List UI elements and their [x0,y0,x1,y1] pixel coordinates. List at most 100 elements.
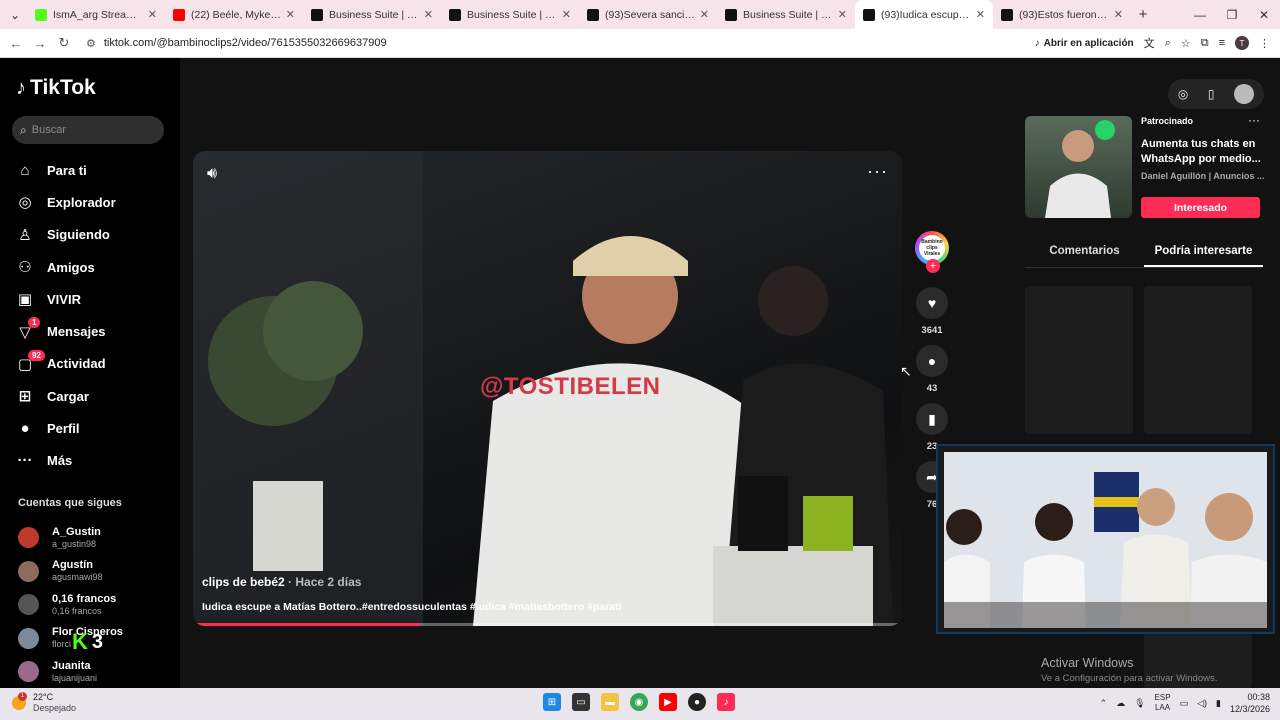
browser-tab[interactable]: Business Suite | TikTok ✕ [303,0,441,29]
comment-icon[interactable]: ● [916,345,948,377]
video-description: Iudica escupe a Matías Bottero..#entredo… [202,601,622,613]
new-tab-button[interactable]: + [1131,6,1155,23]
search-input[interactable]: ⌕ Buscar [12,116,164,144]
related-video-card[interactable] [1025,286,1133,434]
ad-thumbnail[interactable] [1025,116,1132,218]
browser-tab[interactable]: Business Suite | TikTok ✕ [717,0,855,29]
following-name: Agustín [52,559,93,572]
following-item[interactable]: Juanita lajuanijuani [18,655,168,689]
sidebar-item-profile[interactable]: ● Perfil [14,412,174,444]
like-action[interactable]: ♥ 3641 [914,287,950,337]
browser-profile-avatar[interactable]: T [1235,36,1249,50]
minimize-icon[interactable]: — [1184,8,1216,22]
following-item[interactable]: Agustín agusmawi98 [18,555,168,589]
tab-close-icon[interactable]: ✕ [562,8,571,21]
tab-close-icon[interactable]: ✕ [700,8,709,21]
close-window-icon[interactable]: ✕ [1248,8,1280,22]
sidebar-item-compass[interactable]: ◎ Explorador [14,186,174,218]
interested-button[interactable]: Interesado [1141,197,1260,218]
sidebar-item-home[interactable]: ⌂ Para ti [14,154,174,186]
live-icon: ▣ [17,291,33,309]
site-info-icon[interactable]: ⚙ [86,37,96,50]
tab-close-icon[interactable]: ✕ [838,8,847,21]
chrome-icon[interactable]: ◉ [630,693,648,711]
tab-close-icon[interactable]: ✕ [148,8,157,21]
volume-tray-icon[interactable]: ◁) [1197,698,1207,709]
tab-close-icon[interactable]: ✕ [286,8,295,21]
sidebar-item-messages[interactable]: ▽ Mensajes 1 [14,315,174,347]
sidebar-item-upload[interactable]: ⊞ Cargar [14,380,174,412]
task-view-icon[interactable]: ▭ [572,693,590,711]
heart-icon[interactable]: ♥ [916,287,948,319]
video-author[interactable]: clips de bebé2 · Hace 2 días [202,575,361,589]
logo-text: TikTok [30,76,96,99]
sidebar-item-activity[interactable]: ▢ Actividad 92 [14,348,174,380]
reload-icon[interactable]: ↻ [52,35,76,51]
url-field[interactable]: ⚙ tiktok.com/@bambinoclips2/video/761535… [86,37,387,50]
browser-tab[interactable]: IsmA_arg Stream - Watch ✕ [27,0,165,29]
related-video-card[interactable] [1144,286,1252,434]
browser-tab[interactable]: (93)Estos fueron los come ✕ [993,0,1131,29]
language-indicator[interactable]: ESP LAA [1155,693,1171,713]
kick-overlay-number: 3 [91,630,104,653]
tab-close-icon[interactable]: ✕ [976,8,985,21]
extensions-icon[interactable]: ⧉ [1201,37,1209,50]
creator-avatar[interactable]: Bambino clips Virales + [915,231,949,273]
browser-tab[interactable]: (93)Iudica escupe a Matía ✕ [855,0,993,29]
sidebar-item-more[interactable]: ··· Más [14,445,174,477]
sidebar-item-following[interactable]: ♙ Siguiendo [14,219,174,251]
ad-more-icon[interactable]: ··· [1248,113,1260,127]
tab-close-icon[interactable]: ✕ [1114,8,1123,21]
ad-title[interactable]: Aumenta tus chats en WhatsApp por medio.… [1141,137,1266,167]
browser-tab[interactable]: Business Suite | TikTok ✕ [441,0,579,29]
zoom-icon[interactable]: ⌕ [1165,37,1171,50]
compass-icon: ◎ [18,194,32,212]
video-player[interactable]: @TOSTIBELEN 🔊︎ ··· clips de bebé2 · Hace… [193,151,902,626]
maximize-icon[interactable]: ❐ [1216,8,1248,22]
video-progress-bar[interactable] [193,623,902,626]
following-item[interactable]: A_Gustin a_gustin98 [18,521,168,555]
tab-comments[interactable]: Comentarios [1025,236,1144,267]
sidebar-item-friends[interactable]: ⚇ Amigos [14,251,174,283]
top-right-icons: ◎ ▯ [1168,79,1264,109]
network-icon[interactable]: ▭ [1180,698,1189,709]
bookmark-icon[interactable]: ▮ [916,403,948,435]
mic-icon[interactable]: 🎙︎ [1134,698,1145,709]
onedrive-icon[interactable]: ☁ [1116,698,1125,709]
tray-chevron-icon[interactable]: ⌃ [1100,698,1108,709]
clock[interactable]: 00:38 12/3/2026 [1230,691,1270,715]
tab-title: Business Suite | TikTok [329,8,420,21]
tiktok-taskbar-icon[interactable]: ♪ [717,693,735,711]
tab-favicon-icon [311,8,323,21]
open-in-app-button[interactable]: ♪ Abrir en aplicación [1035,38,1134,49]
browser-menu-icon[interactable]: ⋮ [1259,37,1270,50]
tab-related[interactable]: Podría interesarte [1144,236,1263,267]
back-icon[interactable]: ← [4,36,28,51]
sidebar-item-live[interactable]: ▣ VIVIR [14,283,174,315]
follow-plus-icon[interactable]: + [926,259,940,273]
tab-close-icon[interactable]: ✕ [424,8,433,21]
obs-icon[interactable]: ● [688,693,706,711]
tab-search-icon[interactable]: ⌄ [3,3,27,27]
tiktok-logo[interactable]: ♪ TikTok [16,76,96,100]
user-avatar[interactable] [1234,84,1255,104]
video-more-icon[interactable]: ··· [867,161,888,182]
browser-tab[interactable]: (22) Beéle, Myke Towers ✕ [165,0,303,29]
media-icon[interactable]: ≡ [1219,37,1225,49]
device-icon[interactable]: ▯ [1208,87,1215,101]
volume-icon[interactable]: 🔊︎ [207,165,217,183]
forward-icon[interactable]: → [28,36,52,51]
windows-start-icon[interactable]: ⊞ [543,693,561,711]
notification-badge: 1 [28,317,41,329]
bookmark-star-icon[interactable]: ☆ [1181,37,1191,50]
comment-action[interactable]: ● 43 [914,345,950,395]
translate-icon[interactable]: 文 [1144,35,1155,51]
youtube-icon[interactable]: ▶ [659,693,677,711]
following-list: A_Gustin a_gustin98 Agustín agusmawi98 0,16 … [18,521,168,689]
browser-tab[interactable]: (93)Severa sanción para C ✕ [579,0,717,29]
following-item[interactable]: 0,16 francos 0,16 francos [18,588,168,622]
battery-icon[interactable]: ▮ [1216,698,1221,709]
file-explorer-icon[interactable]: ▬ [601,693,619,711]
explore-icon[interactable]: ◎ [1178,87,1188,101]
weather-widget[interactable]: 1 22°C Despejado [12,692,76,714]
